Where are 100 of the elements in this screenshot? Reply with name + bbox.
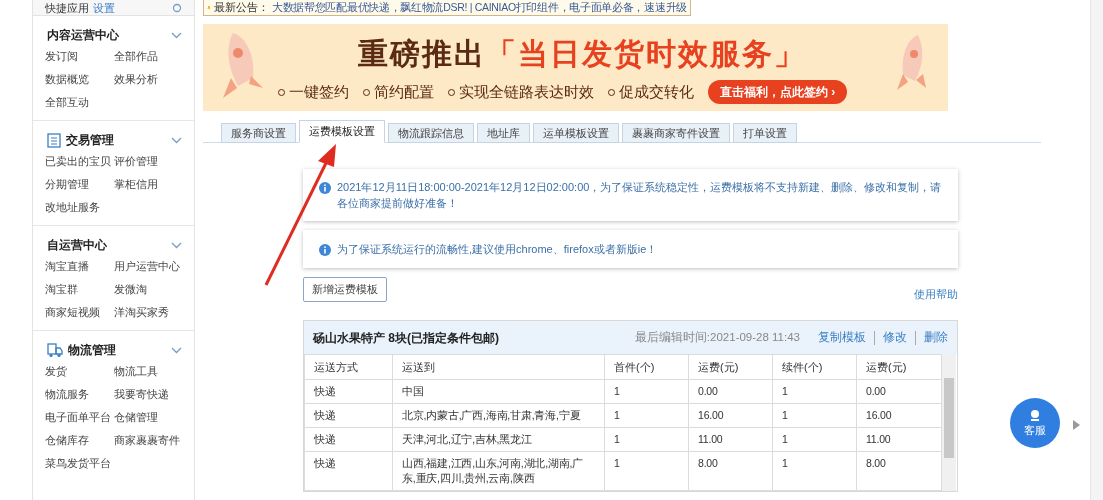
expand-arrow-icon[interactable] — [1073, 420, 1080, 430]
table-cell: 1 — [772, 403, 857, 428]
sidebar-link[interactable]: 改地址服务 — [45, 199, 114, 216]
banner-feature: 促成交转化 — [608, 80, 694, 104]
table-cell: 1 — [772, 379, 857, 404]
banner-feature: 实现全链路表达时效 — [448, 80, 594, 104]
template-action-link[interactable]: 修改 — [883, 328, 907, 347]
table-cell: 0.00 — [856, 379, 942, 404]
table-cell: 11.00 — [856, 427, 942, 452]
notice-text: 2021年12月11日18:00:00-2021年12月12日02:00:00，为了保证系统稳定性，运费模板将不支持新建、删除、修改和复制，请各位商家提前做好准备！ — [337, 180, 942, 211]
table-cell: 快递 — [304, 451, 393, 491]
notice-text: 为了保证系统运行的流畅性,建议使用chrome、firefox或者新版ie！ — [337, 242, 658, 257]
table-cell: 快递 — [304, 403, 393, 428]
sidebar-link[interactable]: 物流服务 — [45, 386, 114, 403]
sidebar-link[interactable]: 全部互动 — [45, 94, 114, 111]
settings-link[interactable]: 设置 — [93, 1, 115, 14]
column-header: 运费(元) — [856, 354, 942, 380]
column-header: 首件(个) — [604, 354, 689, 380]
promo-banner[interactable]: 重磅推出「当日发货时效服务」 一键签约 简约配置 实现全链路表达时效 促成交转化 直击福利，点此签约 › — [203, 24, 948, 111]
chevron-icon[interactable] — [171, 241, 182, 249]
table-cell: 中国 — [392, 379, 605, 404]
sidebar-link[interactable]: 已卖出的宝贝 — [45, 153, 114, 170]
sidebar-link[interactable]: 商家裹裹寄件 — [113, 432, 182, 449]
sidebar-link[interactable]: 发货 — [45, 363, 114, 380]
page-scrollbar[interactable] — [1090, 0, 1103, 500]
scrollbar[interactable] — [942, 354, 956, 491]
document-icon — [47, 132, 61, 148]
banner-cta-button[interactable]: 直击福利，点此签约 › — [708, 80, 848, 104]
headset-icon — [1028, 407, 1042, 422]
table-cell: 16.00 — [688, 403, 773, 428]
sidebar-link[interactable]: 商家短视频 — [45, 304, 114, 321]
customer-service-button[interactable]: 客服 — [1010, 398, 1060, 448]
table-cell: 北京,内蒙古,广西,海南,甘肃,青海,宁夏 — [392, 403, 605, 428]
sidebar-link[interactable]: 仓储库存 — [45, 432, 114, 449]
sidebar-link[interactable]: 数据概览 — [45, 71, 114, 88]
sidebar-link[interactable]: 淘宝群 — [45, 281, 114, 298]
template-action-link[interactable]: 复制模板 — [818, 328, 866, 347]
sidebar-link[interactable]: 掌柜信用 — [113, 176, 182, 193]
sidebar-link[interactable]: 效果分析 — [113, 71, 182, 88]
add-template-button[interactable]: 新增运费模板 — [303, 277, 387, 302]
table-cell: 1 — [772, 451, 857, 491]
tab[interactable]: 物流跟踪信息 — [388, 123, 474, 143]
sidebar-link[interactable]: 发微淘 — [113, 281, 182, 298]
tab[interactable]: 裹裹商家寄件设置 — [622, 123, 730, 143]
tab[interactable]: 运费模板设置 — [299, 120, 385, 143]
sidebar-link[interactable]: 电子面单平台 — [45, 409, 114, 426]
info-icon — [319, 182, 331, 194]
help-link[interactable]: 使用帮助 — [914, 285, 958, 302]
chevron-icon[interactable] — [171, 31, 182, 39]
table-cell: 1 — [604, 403, 689, 428]
column-header: 续件(个) — [772, 354, 857, 380]
table-cell: 8.00 — [856, 451, 942, 491]
banner-feature: 简约配置 — [363, 80, 434, 104]
tab[interactable]: 地址库 — [477, 123, 530, 143]
column-header: 运费(元) — [688, 354, 773, 380]
sidebar-link[interactable]: 淘宝直播 — [45, 258, 114, 275]
table-cell: 1 — [604, 427, 689, 452]
table-cell: 快递 — [304, 427, 393, 452]
table-cell: 山西,福建,江西,山东,河南,湖北,湖南,广东,重庆,四川,贵州,云南,陕西 — [392, 451, 605, 491]
section-title[interactable]: 交易管理 — [66, 131, 114, 149]
tab[interactable]: 运单模板设置 — [533, 123, 619, 143]
column-header: 运送到 — [392, 354, 605, 380]
sidebar-link[interactable]: 菜鸟发货平台 — [45, 455, 114, 472]
announcement-label: 最新公告： — [213, 0, 269, 15]
table-cell: 快递 — [304, 379, 393, 404]
table-cell: 1 — [604, 379, 689, 404]
quick-apps-label: 快捷应用 — [45, 1, 89, 14]
sidebar-link[interactable]: 发订阅 — [45, 48, 114, 65]
chevron-icon[interactable] — [171, 136, 182, 144]
section-title[interactable]: 自运营中心 — [47, 236, 107, 254]
column-header: 运送方式 — [304, 354, 393, 380]
last-edited-time: 最后编辑时间:2021-09-28 11:43 — [634, 329, 800, 345]
table-cell: 1 — [772, 427, 857, 452]
table-cell: 0.00 — [688, 379, 773, 404]
tab[interactable]: 服务商设置 — [221, 123, 296, 143]
banner-feature: 一键签约 — [278, 80, 349, 104]
banner-title: 重磅推出 — [358, 36, 486, 72]
table-cell: 11.00 — [688, 427, 773, 452]
sidebar-link[interactable]: 评价管理 — [113, 153, 182, 170]
sidebar-link[interactable]: 全部作品 — [113, 48, 182, 65]
banner-highlight: 「当日发货时效服务」 — [486, 36, 806, 72]
table-cell: 8.00 — [688, 451, 773, 491]
announcement-link[interactable]: 大数据帮您匹配最优快递，飘红物流DSR! | CAINIAO打印组件，电子面单必备，速速升级 — [271, 0, 687, 16]
sidebar-link[interactable]: 分期管理 — [45, 176, 114, 193]
sidebar-link[interactable]: 我要寄快递 — [113, 386, 182, 403]
section-title[interactable]: 物流管理 — [68, 341, 116, 359]
truck-icon — [47, 342, 63, 358]
chevron-icon[interactable] — [171, 346, 182, 354]
sidebar-link[interactable]: 洋淘买家秀 — [113, 304, 182, 321]
template-title: 砀山水果特产 8块(已指定条件包邮) — [313, 329, 499, 347]
template-action-link[interactable]: 删除 — [924, 328, 948, 347]
sidebar-link[interactable]: 仓储管理 — [113, 409, 182, 426]
sidebar-link[interactable]: 物流工具 — [113, 363, 182, 380]
sidebar-link[interactable]: 用户运营中心 — [113, 258, 182, 275]
section-title[interactable]: 内容运营中心 — [47, 26, 119, 44]
table-cell: 1 — [604, 451, 689, 491]
table-cell: 天津,河北,辽宁,吉林,黑龙江 — [392, 427, 605, 452]
info-icon — [319, 244, 331, 256]
table-cell: 16.00 — [856, 403, 942, 428]
tab[interactable]: 打单设置 — [733, 123, 797, 143]
